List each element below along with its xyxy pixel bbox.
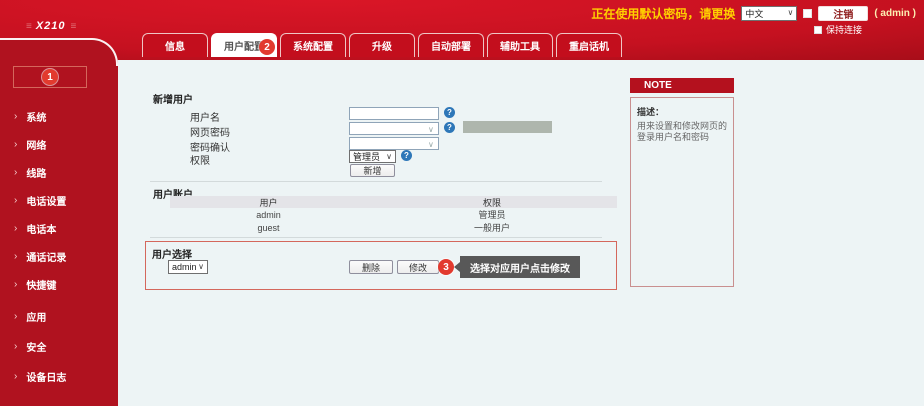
chevron-down-icon: ∨ bbox=[386, 154, 392, 160]
table-header-row: 用户 权限 bbox=[170, 196, 617, 208]
confirm-password-input[interactable] bbox=[349, 137, 439, 150]
add-user-section-title: 新增用户 bbox=[153, 91, 193, 106]
web-password-input[interactable] bbox=[349, 122, 439, 135]
chevron-right-icon: › bbox=[14, 279, 17, 290]
logo-speedline-left-icon: ≡ bbox=[26, 21, 31, 32]
chevron-right-icon: › bbox=[14, 371, 17, 382]
delete-user-button[interactable]: 删除 bbox=[349, 260, 393, 274]
chevron-right-icon: › bbox=[14, 341, 17, 352]
user-select-value: admin bbox=[172, 262, 197, 272]
sidebar-menu: › 系统 › 网络 › 线路 › 电话设置 › 电话本 › 通话记录 › 快捷键… bbox=[0, 102, 118, 390]
logout-button[interactable]: 注销 bbox=[818, 6, 868, 21]
chevron-right-icon: › bbox=[14, 311, 17, 322]
chevron-right-icon: › bbox=[14, 223, 17, 234]
sidebar-item-phonebook[interactable]: › 电话本 bbox=[0, 214, 118, 242]
password-strength-bar bbox=[463, 121, 552, 133]
note-desc-label: 描述： bbox=[637, 105, 727, 118]
note-panel: 描述： 用来设置和修改网页的登录用户名和密码 bbox=[630, 97, 734, 287]
tab-info[interactable]: 信息 bbox=[142, 33, 208, 57]
keep-online-row: 保持连接 bbox=[814, 23, 862, 36]
tab-reboot[interactable]: 重启话机 bbox=[556, 33, 622, 57]
privilege-select[interactable]: 管理员 ∨ bbox=[349, 150, 396, 163]
web-password-label: 网页密码 bbox=[190, 124, 230, 139]
note-panel-header: NOTE bbox=[630, 78, 734, 93]
chevron-down-icon: ∨ bbox=[198, 264, 204, 270]
table-row: guest 一般用户 bbox=[170, 221, 617, 234]
section-divider bbox=[150, 181, 602, 182]
chevron-right-icon: › bbox=[14, 139, 17, 150]
chevron-down-icon: ∨ bbox=[787, 10, 793, 16]
sidebar-item-phone-settings[interactable]: › 电话设置 bbox=[0, 186, 118, 214]
username-label: 用户名 bbox=[190, 109, 220, 124]
logo-speedline-right-icon: ≡ bbox=[71, 21, 76, 32]
sidebar-item-application[interactable]: › 应用 bbox=[0, 302, 118, 330]
chevron-right-icon: › bbox=[14, 195, 17, 206]
language-select-value: 中文 bbox=[745, 7, 763, 20]
user-accounts-table: 用户 权限 admin 管理员 guest 一般用户 bbox=[170, 196, 617, 234]
username-input[interactable] bbox=[349, 107, 439, 120]
default-password-warning: 正在使用默认密码，请更换 bbox=[591, 5, 735, 22]
sidebar-item-line[interactable]: › 线路 bbox=[0, 158, 118, 186]
annotation-tooltip: 选择对应用户点击修改 bbox=[460, 256, 580, 278]
user-select-section-title: 用户选择 bbox=[152, 246, 192, 261]
sidebar-item-function-key[interactable]: › 快捷键 bbox=[0, 270, 118, 298]
user-select-dropdown[interactable]: admin ∨ bbox=[168, 260, 208, 274]
tab-upgrade[interactable]: 升级 bbox=[349, 33, 415, 57]
help-icon[interactable]: ? bbox=[444, 122, 455, 133]
password-reveal-icon[interactable]: ∨ bbox=[428, 141, 434, 149]
add-user-button[interactable]: 新增 bbox=[350, 164, 395, 177]
logo-text: X210 bbox=[36, 20, 66, 32]
note-desc-text: 用来设置和修改网页的登录用户名和密码 bbox=[637, 121, 727, 143]
tab-user-config[interactable]: 用户配置 bbox=[211, 33, 277, 57]
column-header-privilege: 权限 bbox=[367, 196, 617, 208]
logout-button-label: 注销 bbox=[833, 6, 853, 21]
chevron-right-icon: › bbox=[14, 111, 17, 122]
table-row: admin 管理员 bbox=[170, 208, 617, 221]
sidebar-item-security[interactable]: › 安全 bbox=[0, 332, 118, 360]
privilege-select-value: 管理员 bbox=[353, 150, 380, 163]
sidebar-item-call-log[interactable]: › 通话记录 bbox=[0, 242, 118, 270]
section-divider bbox=[150, 237, 602, 238]
chevron-right-icon: › bbox=[14, 251, 17, 262]
tab-tools[interactable]: 辅助工具 bbox=[487, 33, 553, 57]
password-reveal-icon[interactable]: ∨ bbox=[428, 126, 434, 134]
topbar-controls: 正在使用默认密码，请更换 中文 ∨ 注销 ( admin ) bbox=[591, 5, 916, 21]
chevron-right-icon: › bbox=[14, 167, 17, 178]
tab-system-config[interactable]: 系统配置 bbox=[280, 33, 346, 57]
topbar-checkbox[interactable] bbox=[803, 9, 812, 18]
keep-online-checkbox[interactable] bbox=[814, 26, 822, 34]
sidebar-item-system[interactable]: › 系统 bbox=[0, 102, 118, 130]
logged-in-user: ( admin ) bbox=[874, 8, 916, 19]
sidebar-item-device-log[interactable]: › 设备日志 bbox=[0, 362, 118, 390]
column-header-user: 用户 bbox=[170, 196, 367, 208]
sidebar: › 系统 › 网络 › 线路 › 电话设置 › 电话本 › 通话记录 › 快捷键… bbox=[0, 38, 118, 406]
language-select[interactable]: 中文 ∨ bbox=[741, 6, 797, 21]
keep-online-label: 保持连接 bbox=[826, 23, 862, 36]
sidebar-item-network[interactable]: › 网络 bbox=[0, 130, 118, 158]
annotation-step-3-badge: 3 bbox=[438, 259, 454, 275]
help-icon[interactable]: ? bbox=[401, 150, 412, 161]
help-icon[interactable]: ? bbox=[444, 107, 455, 118]
tab-auto-provision[interactable]: 自动部署 bbox=[418, 33, 484, 57]
modify-user-button[interactable]: 修改 bbox=[397, 260, 439, 274]
tab-bar: 信息 用户配置 系统配置 升级 自动部署 辅助工具 重启话机 bbox=[142, 33, 622, 57]
privilege-label: 权限 bbox=[190, 152, 210, 167]
device-logo: ≡ X210 ≡ bbox=[26, 20, 75, 32]
